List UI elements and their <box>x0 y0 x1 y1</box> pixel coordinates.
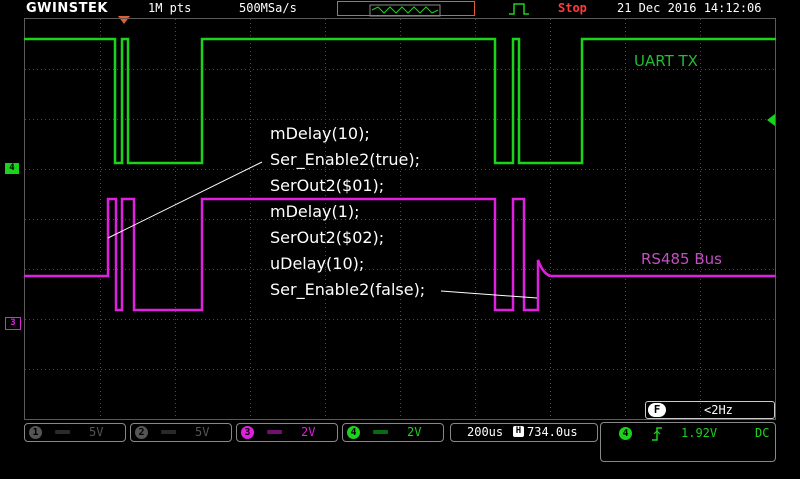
frequency-value: <2Hz <box>704 403 733 417</box>
uart-tx-label: UART TX <box>634 52 698 70</box>
trigger-coupling: DC <box>755 426 770 440</box>
annotation-line-7: Ser_Enable2(false); <box>270 280 426 299</box>
channel-1-badge: 1 <box>29 426 42 439</box>
frequency-badge: F <box>648 403 666 417</box>
horizontal-position-icon: H <box>513 426 524 437</box>
channel-2-badge: 2 <box>135 426 148 439</box>
frequency-counter: F <2Hz <box>645 401 775 419</box>
horizontal-position-value: 734.0us <box>527 425 578 439</box>
annotation-line-5: SerOut2($02); <box>270 228 385 247</box>
oscilloscope-screen: GWINSTEK 1M pts 500MSa/s Stop 21 Dec 201… <box>0 0 800 479</box>
channel-4-ground-marker[interactable]: 4 <box>5 163 19 174</box>
channel-3-box[interactable]: 3 ══ 2V <box>236 423 338 442</box>
annotation-line-1: mDelay(10); <box>270 124 370 143</box>
rs485-bus-label: RS485 Bus <box>641 250 722 268</box>
timebase-box[interactable]: 200us H 734.0us <box>450 423 598 442</box>
annotation-pointer-2 <box>440 290 538 299</box>
trigger-status-box[interactable]: 4 1.92V DC <box>600 422 776 462</box>
channel-3-scale: 2V <box>301 425 316 439</box>
annotation-line-3: SerOut2($01); <box>270 176 385 195</box>
trigger-level-icon[interactable] <box>767 114 775 126</box>
channel-4-box[interactable]: 4 ══ 2V <box>342 423 444 442</box>
channel-4-badge: 4 <box>347 426 360 439</box>
channel-2-scale: 5V <box>195 425 210 439</box>
annotation-line-4: mDelay(1); <box>270 202 360 221</box>
trigger-source-badge: 4 <box>619 427 632 440</box>
channel-1-scale: 5V <box>89 425 104 439</box>
channel-4-scale: 2V <box>407 425 422 439</box>
channel-1-box[interactable]: 1 ══ 5V <box>24 423 126 442</box>
channel-3-ground-marker[interactable]: 3 <box>5 317 21 330</box>
annotation-line-6: uDelay(10); <box>270 254 365 273</box>
channel-3-badge: 3 <box>241 426 254 439</box>
timebase-value: 200us <box>467 425 504 439</box>
channel-2-box[interactable]: 2 ══ 5V <box>130 423 232 442</box>
rising-edge-icon <box>652 427 662 441</box>
annotation-line-2: Ser_Enable2(true); <box>270 150 420 169</box>
trigger-level-value: 1.92V <box>681 426 718 440</box>
